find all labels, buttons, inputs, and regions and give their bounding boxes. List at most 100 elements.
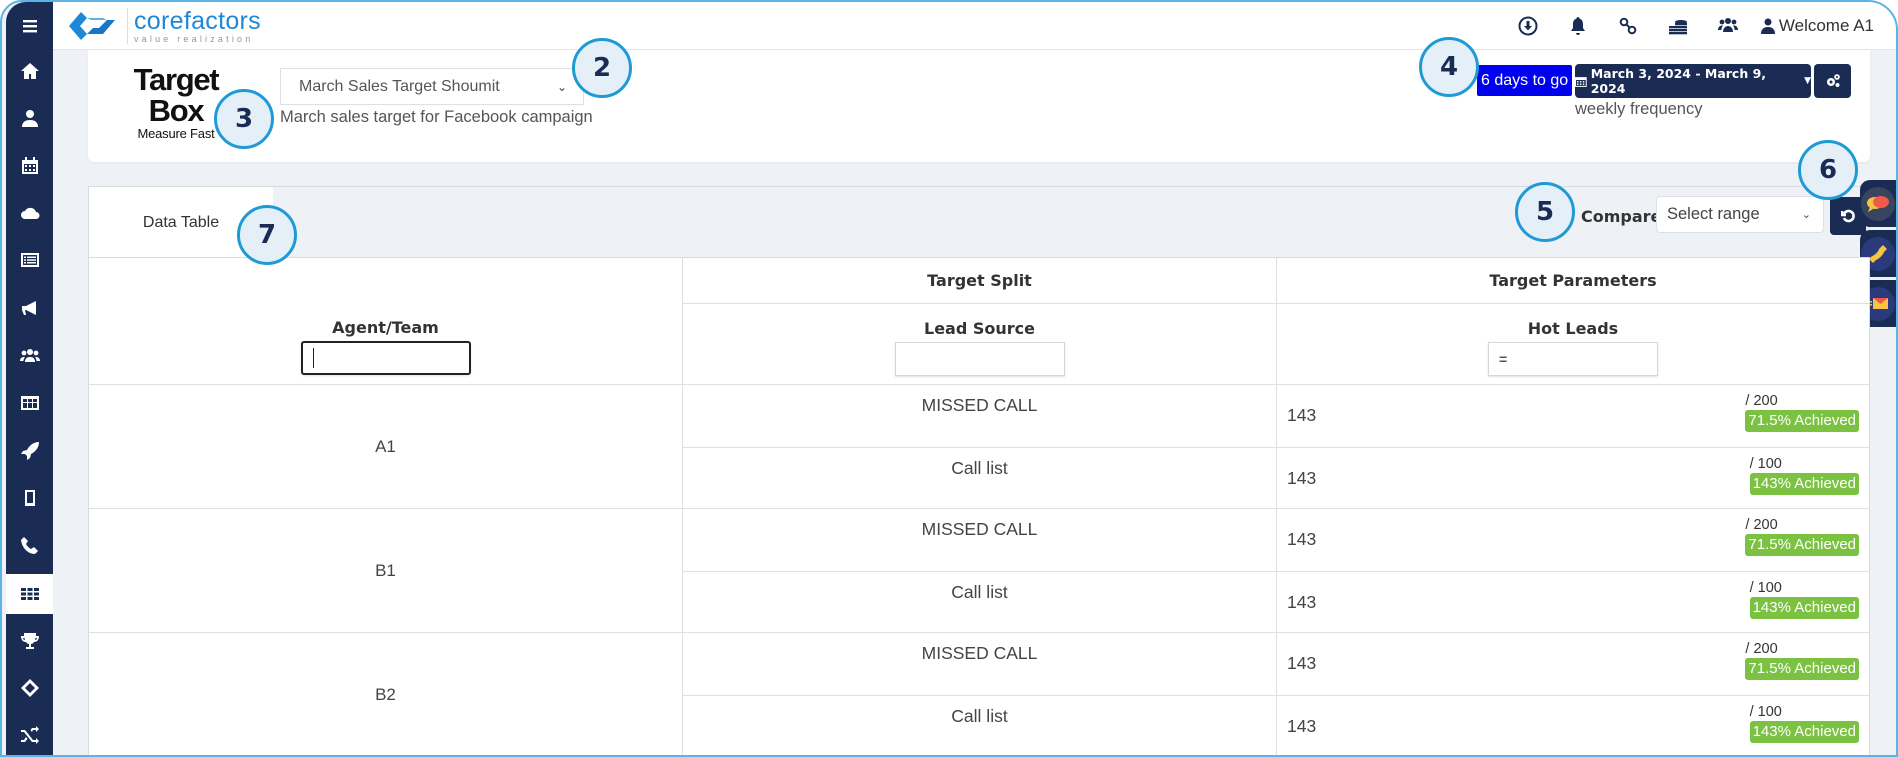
ticket-icon <box>20 679 39 697</box>
lead-source-column-header: Lead Source <box>924 319 1035 338</box>
lead-source-rows: MISSED CALL 143 / 200 71.5% Achieved Call li… <box>683 385 1869 508</box>
user-icon <box>21 110 38 127</box>
sidebar-item-achievements[interactable] <box>6 621 53 661</box>
column-header-row: Lead Source Hot Leads = <box>683 304 1869 384</box>
target-header: Target Box Measure Fast March Sales Targ… <box>88 50 1870 162</box>
app-window: corefactors value realization Welcome A1… <box>0 0 1898 757</box>
target-value: / 200 <box>1745 517 1778 533</box>
lead-source-filter-input[interactable] <box>894 342 1065 376</box>
date-range-picker[interactable]: March 3, 2024 - March 9, 2024 ▼ <box>1575 64 1811 98</box>
brand-name: corefactors <box>134 6 261 35</box>
chevron-down-icon: ⌄ <box>556 79 567 94</box>
target-data-table: Agent/Team Target Split Target Parameter… <box>88 257 1870 755</box>
undo-icon <box>1841 209 1855 223</box>
table-row: MISSED CALL 143 / 200 71.5% Achieved <box>683 633 1869 695</box>
lead-source-cell: Call list <box>683 571 1277 632</box>
hot-leads-cell: 143 / 100 143% Achieved <box>1277 696 1869 755</box>
table-row: Call list 143 / 100 143% Achieved <box>683 695 1869 755</box>
sidebar <box>6 2 53 755</box>
agent-cell: A1 <box>89 385 683 508</box>
user-menu[interactable]: Welcome A1 <box>1760 16 1874 36</box>
target-select[interactable]: March Sales Target Shoumit ⌄ <box>280 68 584 105</box>
cloud-icon <box>20 207 39 219</box>
sidebar-item-contacts[interactable] <box>6 98 53 138</box>
grid-icon <box>20 588 39 600</box>
phone-icon <box>20 537 38 554</box>
agent-filter-input[interactable] <box>300 341 471 375</box>
sidebar-item-cloud[interactable] <box>6 193 53 233</box>
agent-column-header: Agent/Team <box>332 318 439 337</box>
hot-leads-filter-input[interactable]: = <box>1488 342 1658 376</box>
hot-leads-cell: 143 / 200 71.5% Achieved <box>1277 633 1869 695</box>
sidebar-item-mobile[interactable] <box>6 478 53 518</box>
annotation-marker: 5 <box>1515 182 1575 242</box>
table-row: MISSED CALL 143 / 200 71.5% Achieved <box>683 509 1869 571</box>
chat-widget[interactable] <box>1860 180 1896 227</box>
table-row-group: A1 MISSED CALL 143 / 200 71.5% Achieved Call … <box>89 385 1869 509</box>
sidebar-item-workflows[interactable] <box>6 715 53 755</box>
sidebar-item-campaigns[interactable] <box>6 288 53 328</box>
sidebar-item-calendar[interactable] <box>6 146 53 186</box>
hot-leads-cell: 143 / 100 143% Achieved <box>1277 448 1869 509</box>
header-right: Target Split Target Parameters Lead Sour… <box>683 258 1869 384</box>
agent-cell: B2 <box>89 633 683 755</box>
brand-logo[interactable]: corefactors value realization <box>63 4 263 48</box>
sidebar-item-table[interactable] <box>6 383 53 423</box>
team-button[interactable] <box>1703 2 1753 50</box>
compare-range-select[interactable]: Select range ⌄ <box>1656 196 1824 233</box>
trophy-icon <box>20 633 39 649</box>
sidebar-item-teams[interactable] <box>6 336 53 376</box>
target-block: / 100 143% Achieved <box>1749 580 1859 619</box>
sidebar-item-home[interactable] <box>6 51 53 91</box>
hot-leads-header-cell: Hot Leads = <box>1277 304 1869 384</box>
user-icon <box>1760 18 1775 34</box>
hot-leads-cell: 143 / 200 71.5% Achieved <box>1277 385 1869 447</box>
target-value: / 200 <box>1745 641 1778 657</box>
agent-header-cell: Agent/Team <box>89 258 683 384</box>
sidebar-menu-toggle[interactable] <box>6 6 53 46</box>
lead-source-rows: MISSED CALL 143 / 200 71.5% Achieved Call li… <box>683 633 1869 755</box>
billing-button[interactable] <box>1653 2 1703 50</box>
links-button[interactable] <box>1603 2 1653 50</box>
tabs-bar: Data Table Compare Select range ⌄ <box>88 186 1870 259</box>
chevron-down-icon: ⌄ <box>1801 209 1811 221</box>
achieved-value: 143 <box>1287 529 1317 549</box>
table-row: Call list 143 / 100 143% Achieved <box>683 446 1869 509</box>
sidebar-item-calls[interactable] <box>6 526 53 566</box>
tablet-icon <box>24 490 35 506</box>
lead-source-rows: MISSED CALL 143 / 200 71.5% Achieved Call li… <box>683 509 1869 632</box>
achievement-badge: 143% Achieved <box>1749 472 1859 495</box>
lead-source-header-cell: Lead Source <box>683 304 1277 384</box>
achievement-badge: 71.5% Achieved <box>1745 658 1859 680</box>
top-icons: Welcome A1 <box>1503 2 1874 50</box>
group-header-row: Target Split Target Parameters <box>683 258 1869 304</box>
home-icon <box>20 63 39 79</box>
target-split-header: Target Split <box>683 258 1277 303</box>
sidebar-item-launch[interactable] <box>6 431 53 471</box>
users-icon <box>19 349 40 362</box>
lead-source-cell: Call list <box>683 696 1277 755</box>
sidebar-item-tickets[interactable] <box>6 668 53 708</box>
target-parameters-header: Target Parameters <box>1489 271 1657 290</box>
achievement-badge: 143% Achieved <box>1749 596 1859 619</box>
achievement-badge: 71.5% Achieved <box>1745 534 1859 556</box>
annotation-marker: 4 <box>1419 37 1479 97</box>
target-value: / 100 <box>1749 455 1782 472</box>
lead-source-cell: Call list <box>683 447 1277 508</box>
link-icon <box>1619 17 1637 35</box>
target-block: / 200 71.5% Achieved <box>1745 641 1859 680</box>
target-block: / 200 71.5% Achieved <box>1745 393 1859 432</box>
table-row-group: B2 MISSED CALL 143 / 200 71.5% Achieved Call … <box>89 633 1869 755</box>
calendar-icon <box>1575 77 1587 87</box>
achieved-value: 143 <box>1287 653 1317 673</box>
download-button[interactable] <box>1503 2 1553 50</box>
table-body: A1 MISSED CALL 143/ 200 71.5% Achieved Call … <box>89 385 1869 755</box>
settings-button[interactable] <box>1814 64 1851 98</box>
annotation-marker: 3 <box>214 89 274 149</box>
sidebar-item-lists[interactable] <box>6 240 53 280</box>
table-icon <box>20 396 39 410</box>
table-header: Agent/Team Target Split Target Parameter… <box>89 258 1869 385</box>
notifications-button[interactable] <box>1553 2 1603 50</box>
sidebar-item-target-box[interactable] <box>6 574 53 614</box>
table-row: Call list 143 / 100 143% Achieved <box>683 570 1869 632</box>
